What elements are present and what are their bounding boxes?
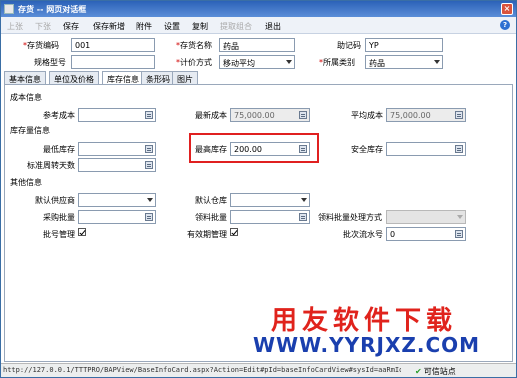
checkmark-icon: ✔ <box>415 367 422 376</box>
chevron-down-icon <box>301 198 307 202</box>
category-select[interactable]: 药品 <box>365 55 443 69</box>
min-stock-field[interactable] <box>78 142 156 156</box>
batch-serial-label: 批次流水号 <box>343 230 383 239</box>
max-stock-field[interactable]: 200.00 <box>230 142 310 156</box>
inventory-code-label: *存货编码 <box>23 41 59 50</box>
min-stock-label: 最低库存 <box>43 145 75 154</box>
window-title: 存货 -- 网页对话框 <box>18 5 87 14</box>
category-label: *所属类别 <box>319 58 355 67</box>
expiry-management-checkbox[interactable] <box>230 228 238 236</box>
cost-section-title: 成本信息 <box>10 93 42 102</box>
max-stock-label: 最高库存 <box>195 145 227 154</box>
calculator-icon[interactable] <box>145 111 153 119</box>
calculator-icon[interactable] <box>145 161 153 169</box>
stock-section-title: 库存量信息 <box>10 126 50 135</box>
calculator-icon <box>455 111 463 119</box>
pick-batch-field[interactable] <box>230 210 310 224</box>
tab-stock-info[interactable]: 库存信息 <box>102 71 144 85</box>
title-bar[interactable]: 存货 -- 网页对话框 × <box>1 1 516 17</box>
mnemonic-field[interactable]: YP <box>365 38 443 52</box>
default-warehouse-select[interactable] <box>230 193 310 207</box>
chevron-down-icon <box>286 60 292 64</box>
tab-basic-info[interactable]: 基本信息 <box>4 71 46 84</box>
average-cost-field: 75,000.00 <box>386 108 466 122</box>
settings-button[interactable]: 设置 <box>164 21 180 32</box>
watermark-url-text: WWW.YYRJXZ.COM <box>253 333 481 357</box>
pick-batch-label: 领料批量 <box>195 213 227 222</box>
latest-cost-value: 75,000.00 <box>234 111 275 120</box>
site-watermark: 用友软件下载 WWW.YYRJXZ.COM <box>253 300 515 362</box>
chevron-down-icon <box>434 60 440 64</box>
exit-button[interactable]: 退出 <box>265 21 281 32</box>
turnover-days-label: 标准周转天数 <box>27 161 75 170</box>
inventory-name-label: *存货名称 <box>176 41 212 50</box>
pick-batch-method-select[interactable] <box>386 210 466 224</box>
inventory-name-field[interactable]: 药品 <box>219 38 295 52</box>
help-icon[interactable]: ? <box>500 20 510 30</box>
latest-cost-field: 75,000.00 <box>230 108 310 122</box>
trusted-zone: ✔ 可信站点 <box>415 366 456 377</box>
valuation-method-select[interactable]: 移动平均 <box>219 55 295 69</box>
calculator-icon[interactable] <box>455 145 463 153</box>
reference-cost-field[interactable] <box>78 108 156 122</box>
calculator-icon[interactable] <box>299 213 307 221</box>
tab-barcode[interactable]: 条形码 <box>141 71 175 84</box>
calculator-icon[interactable] <box>299 145 307 153</box>
copy-button[interactable]: 复制 <box>192 21 208 32</box>
save-button[interactable]: 保存 <box>63 21 79 32</box>
batch-management-label: 批号管理 <box>43 230 75 239</box>
batch-serial-field[interactable]: 0 <box>386 227 466 241</box>
default-supplier-select[interactable] <box>78 193 156 207</box>
expiry-management-label: 有效期管理 <box>187 230 227 239</box>
batch-management-checkbox[interactable] <box>78 228 86 236</box>
watermark-chinese-text: 用友软件下载 <box>271 306 458 336</box>
calculator-icon[interactable] <box>145 213 153 221</box>
status-url: http://127.0.0.1/TTTPRO/BAPView/BaseInfo… <box>3 366 401 374</box>
status-bar: http://127.0.0.1/TTTPRO/BAPView/BaseInfo… <box>1 363 516 377</box>
tab-unit-price[interactable]: 单位及价格 <box>49 71 99 84</box>
save-new-button[interactable]: 保存新增 <box>93 21 125 32</box>
safety-stock-field[interactable] <box>386 142 466 156</box>
chevron-down-icon <box>457 215 463 219</box>
prev-button[interactable]: 上张 <box>7 21 23 32</box>
default-warehouse-label: 默认仓库 <box>195 196 227 205</box>
average-cost-label: 平均成本 <box>351 111 383 120</box>
chevron-down-icon <box>147 198 153 202</box>
trusted-zone-label: 可信站点 <box>423 367 456 376</box>
next-button[interactable]: 下张 <box>35 21 51 32</box>
attach-button[interactable]: 附件 <box>136 21 152 32</box>
spec-model-field[interactable] <box>71 55 155 69</box>
mnemonic-label: 助记码 <box>337 41 361 50</box>
batch-serial-value: 0 <box>390 230 396 239</box>
turnover-days-field[interactable] <box>78 158 156 172</box>
spec-model-label: 规格型号 <box>34 58 66 67</box>
toolbar: 上张 下张 保存 保存新增 附件 设置 复制 提取组合 退出 ? <box>1 17 516 34</box>
calculator-icon[interactable] <box>455 230 463 238</box>
reference-cost-label: 参考成本 <box>43 111 75 120</box>
valuation-method-label: *计价方式 <box>176 58 212 67</box>
window-icon <box>4 4 14 14</box>
calculator-icon[interactable] <box>145 145 153 153</box>
close-icon[interactable]: × <box>501 3 513 15</box>
extract-combo-button[interactable]: 提取组合 <box>220 21 252 32</box>
pick-batch-method-label: 领料批量处理方式 <box>318 213 382 222</box>
default-supplier-label: 默认供应商 <box>35 196 75 205</box>
average-cost-value: 75,000.00 <box>390 111 431 120</box>
purchase-batch-field[interactable] <box>78 210 156 224</box>
valuation-method-value: 移动平均 <box>223 59 255 68</box>
inventory-code-field[interactable]: 001 <box>71 38 155 52</box>
latest-cost-label: 最新成本 <box>195 111 227 120</box>
dialog-window: 存货 -- 网页对话框 × 上张 下张 保存 保存新增 附件 设置 复制 提取组… <box>0 0 517 378</box>
safety-stock-label: 安全库存 <box>351 145 383 154</box>
tab-image[interactable]: 图片 <box>172 71 198 84</box>
category-value: 药品 <box>369 59 385 68</box>
other-section-title: 其他信息 <box>10 178 42 187</box>
purchase-batch-label: 采购批量 <box>43 213 75 222</box>
calculator-icon <box>299 111 307 119</box>
max-stock-value: 200.00 <box>234 145 262 154</box>
